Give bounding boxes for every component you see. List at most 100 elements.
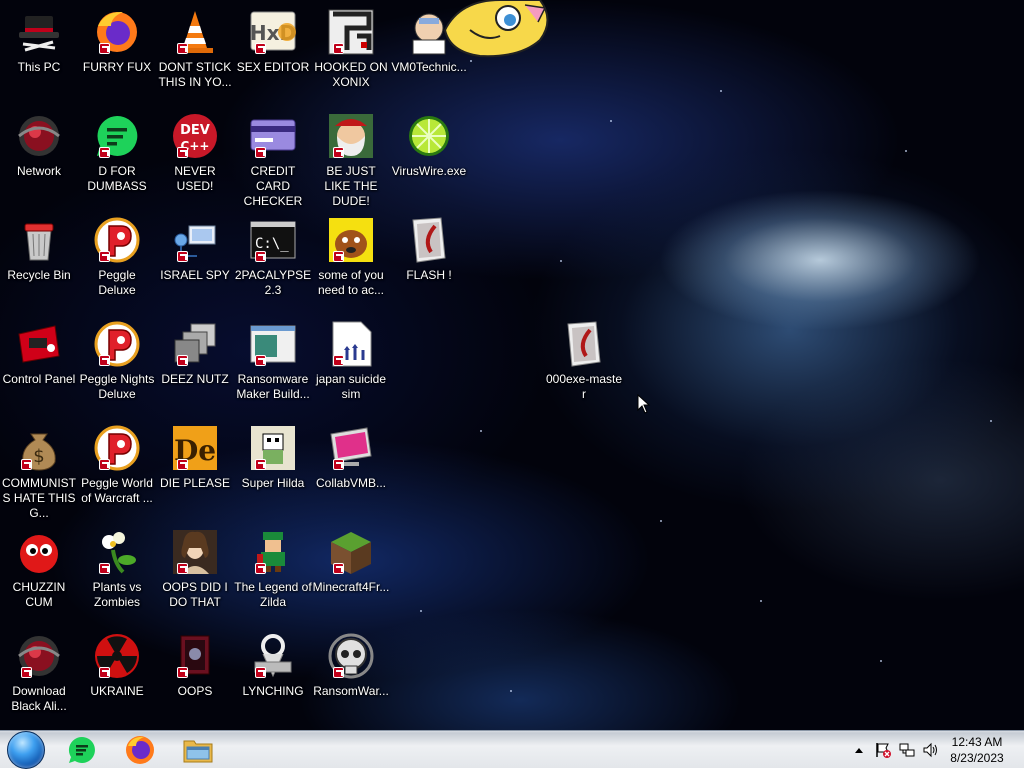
taskbar-clock[interactable]: 12:43 AM 8/23/2023 — [942, 734, 1012, 766]
desktop-icon-label: Plants vs Zombies — [92, 580, 142, 609]
desktop-icon-hooked-on-xonix[interactable]: HOOKED ON XONIX — [312, 8, 390, 90]
desktop-icon-peggle-nights[interactable]: Peggle Nights Deluxe — [78, 320, 156, 402]
monitor-icon — [327, 424, 375, 472]
pixel-hero-icon — [249, 528, 297, 576]
document-icon — [327, 320, 375, 368]
desktop-icon-oops-did-i[interactable]: OOPS DID I DO THAT — [156, 528, 234, 610]
desktop-icon-ransomwar[interactable]: RansomWar... — [312, 632, 390, 699]
desktop-icon-recycle-bin[interactable]: Recycle Bin — [0, 216, 78, 283]
shortcut-arrow-icon — [333, 667, 344, 678]
desktop-icon-furry-fux[interactable]: FURRY FUX — [78, 8, 156, 75]
shortcut-arrow-icon — [99, 459, 110, 470]
desktop-icon-japan-suicide[interactable]: japan suicide sim — [312, 320, 390, 402]
desktop-icon-some-of-you[interactable]: some of you need to ac... — [312, 216, 390, 298]
desktop-icon-sex-editor[interactable]: HxD SEX EDITOR — [234, 8, 312, 75]
desktop-icon-network[interactable]: Network — [0, 112, 78, 179]
desktop-icon-collabvmb[interactable]: CollabVMB... — [312, 424, 390, 491]
desktop-icon-download-black[interactable]: Download Black Ali... — [0, 632, 78, 714]
desktop-icon-super-hilda[interactable]: Super Hilda — [234, 424, 312, 491]
star — [480, 430, 482, 432]
desktop-icon-this-pc[interactable]: This PC — [0, 8, 78, 75]
desktop-icon-oops[interactable]: OOPS — [156, 632, 234, 699]
doctor-icon — [405, 8, 453, 56]
desktop-icon-label: VirusWire.exe — [391, 164, 467, 178]
desktop-icon-ransomware-maker[interactable]: Ransomware Maker Build... — [234, 320, 312, 402]
star — [660, 520, 662, 522]
desktop-icon-label: Control Panel — [2, 372, 76, 386]
desktop-icon-label: CollabVMB... — [315, 476, 387, 490]
desktop-icon-control-panel[interactable]: Control Panel — [0, 320, 78, 387]
portrait-icon — [171, 528, 219, 576]
desktop-icon-credit-card[interactable]: CREDIT CARD CHECKER — [234, 112, 312, 209]
desktop-icon-peggle-world[interactable]: Peggle World of Warcraft ... — [78, 424, 156, 506]
network-tray-button[interactable] — [898, 741, 916, 759]
folder-icon — [183, 740, 213, 763]
shortcut-arrow-icon — [255, 147, 266, 158]
taskbar: 12:43 AM 8/23/2023 — [0, 730, 1024, 769]
shortcut-arrow-icon — [255, 667, 266, 678]
hat-icon — [15, 8, 63, 56]
flower-icon — [93, 528, 141, 576]
desktop-icon-label: ISRAEL SPY — [160, 268, 230, 282]
desktop-icon-communists[interactable]: $ COMMUNISTS HATE THIS G... — [0, 424, 78, 521]
shortcut-arrow-icon — [177, 147, 188, 158]
desktop-icon-label: DIE PLEASE — [159, 476, 231, 490]
star — [610, 120, 612, 122]
star — [720, 90, 722, 92]
desktop-icon-lynching[interactable]: LYNCHING — [234, 632, 312, 699]
shortcut-arrow-icon — [177, 43, 188, 54]
show-hidden-icons-button[interactable] — [850, 741, 868, 759]
desktop[interactable]: This PC Network Recycle Bin Control Panel $ C… — [0, 0, 1024, 730]
desktop-icon-plants-vs-zombies[interactable]: Plants vs Zombies — [78, 528, 156, 610]
desktop-icon-000exe-master[interactable]: 000exe-maste r — [545, 320, 623, 402]
shortcut-arrow-icon — [255, 251, 266, 262]
traffic-cone-icon — [171, 8, 219, 56]
desktop-icon-label: SEX EDITOR — [236, 60, 310, 74]
radiation-icon — [93, 632, 141, 680]
desktop-icon-flash[interactable]: FLASH ! — [390, 216, 468, 283]
desktop-icon-vm0technic[interactable]: VM0Technic... — [390, 8, 468, 75]
star — [880, 660, 882, 662]
taskbar-explorer-button[interactable] — [176, 733, 220, 767]
shortcut-arrow-icon — [21, 667, 32, 678]
action-center-button[interactable] — [874, 741, 892, 759]
desktop-icon-label: NEVER USED! — [174, 164, 216, 193]
desktop-icon-legend-of-zilda[interactable]: The Legend of Zilda — [234, 528, 312, 610]
taskbar-chat-button[interactable] — [60, 733, 104, 767]
desktop-icon-label: Download Black Ali... — [11, 684, 67, 713]
desktop-icon-minecraft[interactable]: Minecraft4Fr... — [312, 528, 390, 595]
desktop-icon-be-just-like[interactable]: BE JUST LIKE THE DUDE! — [312, 112, 390, 209]
grass-block-icon — [327, 528, 375, 576]
volume-button[interactable] — [922, 741, 940, 759]
peggle-icon — [93, 424, 141, 472]
shortcut-arrow-icon — [177, 667, 188, 678]
desktop-icon-never-used[interactable]: DEV C++ NEVER USED! — [156, 112, 234, 194]
desktop-icon-label: The Legend of Zilda — [234, 580, 312, 609]
desktop-icon-label: Ransomware Maker Build... — [236, 372, 310, 401]
taskbar-firefox-button[interactable] — [118, 733, 162, 767]
desktop-icon-deez-nutz[interactable]: DEEZ NUTZ — [156, 320, 234, 387]
desktop-icon-ukraine[interactable]: UKRAINE — [78, 632, 156, 699]
skull-icon — [327, 632, 375, 680]
desktop-icon-2pacalypse[interactable]: C:\_ 2PACALYPSE 2.3 — [234, 216, 312, 298]
desktop-icon-israel-spy[interactable]: ISRAEL SPY — [156, 216, 234, 283]
start-button[interactable] — [4, 731, 48, 769]
desktop-icon-chuzzin[interactable]: CHUZZIN CUM — [0, 528, 78, 610]
shortcut-arrow-icon — [333, 563, 344, 574]
desktop-icon-peggle-deluxe[interactable]: Peggle Deluxe — [78, 216, 156, 298]
shortcut-arrow-icon — [333, 43, 344, 54]
start-orb-icon — [7, 731, 45, 769]
desktop-icon-viruswire[interactable]: VirusWire.exe — [390, 112, 468, 179]
desktop-icon-label: OOPS DID I DO THAT — [162, 580, 228, 609]
desktop-icon-label: Network — [16, 164, 61, 178]
shortcut-arrow-icon — [333, 355, 344, 366]
desktop-icon-label: This PC — [17, 60, 61, 74]
shortcut-arrow-icon — [99, 251, 110, 262]
desktop-icon-dont-stick[interactable]: DONT STICK THIS IN YO... — [156, 8, 234, 90]
desktop-icon-label: RansomWar... — [313, 684, 389, 698]
shortcut-arrow-icon — [333, 251, 344, 262]
desktop-icon-die-please[interactable]: De DIE PLEASE — [156, 424, 234, 491]
shortcut-arrow-icon — [177, 459, 188, 470]
star — [470, 60, 472, 62]
desktop-icon-d-for-dumbass[interactable]: D FOR DUMBASS — [78, 112, 156, 194]
